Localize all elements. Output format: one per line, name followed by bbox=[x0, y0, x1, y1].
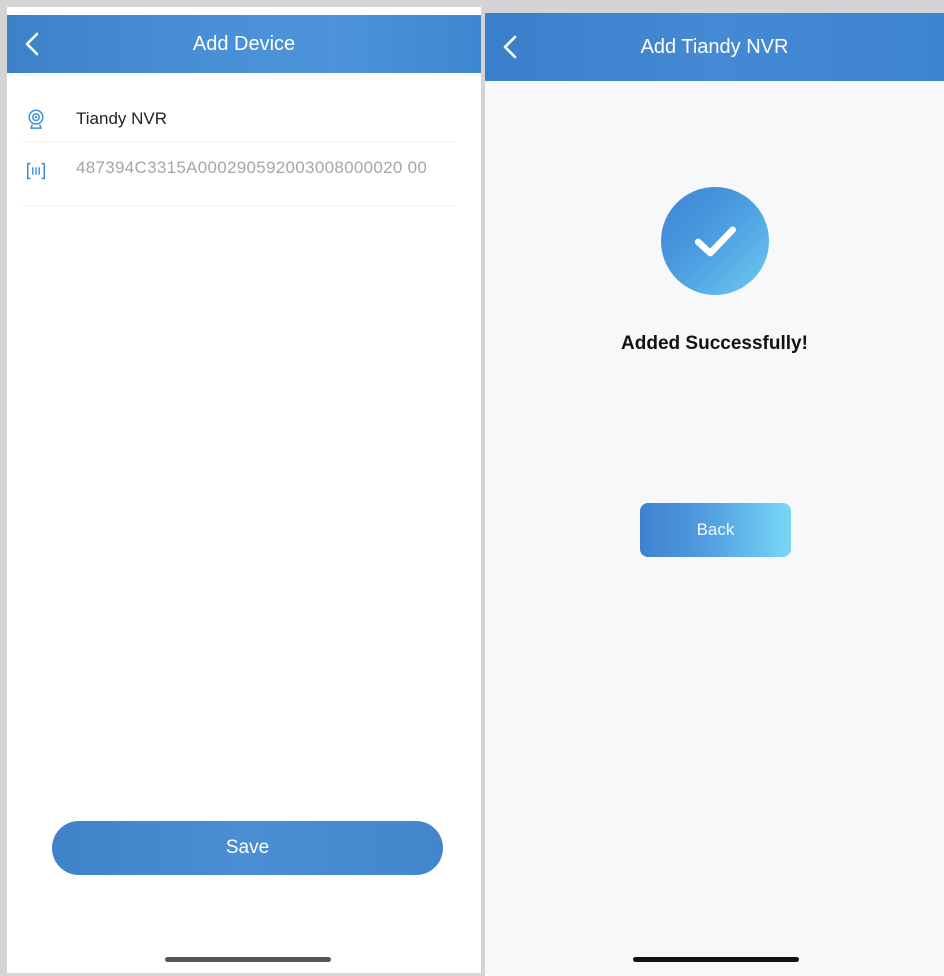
device-name: Tiandy NVR bbox=[76, 109, 168, 128]
home-indicator[interactable] bbox=[633, 957, 799, 962]
page-title: Add Tiandy NVR bbox=[640, 35, 789, 58]
back-chevron-button[interactable] bbox=[495, 32, 525, 62]
success-badge bbox=[661, 187, 769, 295]
page-title: Add Device bbox=[192, 32, 296, 55]
add-device-screen: Add Device Tiandy NVR 487394C3315A000290… bbox=[7, 7, 481, 973]
camera-icon bbox=[22, 105, 50, 133]
barcode-icon bbox=[22, 157, 50, 185]
checkmark-icon bbox=[694, 226, 736, 257]
device-serial-row[interactable]: 487394C3315A000290592003008000020 00 bbox=[22, 157, 455, 206]
home-indicator[interactable] bbox=[165, 957, 331, 962]
save-button[interactable]: Save bbox=[52, 821, 443, 875]
header-bar: Add Tiandy NVR bbox=[485, 13, 944, 81]
device-name-row[interactable]: Tiandy NVR bbox=[22, 105, 455, 142]
chevron-left-icon bbox=[25, 32, 39, 56]
add-success-screen: Add Tiandy NVR Added Successfully! Back bbox=[485, 13, 944, 976]
chevron-left-icon bbox=[503, 35, 517, 59]
device-serial: 487394C3315A000290592003008000020 00 bbox=[76, 158, 428, 177]
back-button[interactable]: Back bbox=[640, 503, 791, 557]
success-message: Added Successfully! bbox=[621, 333, 808, 354]
back-chevron-button[interactable] bbox=[17, 29, 47, 59]
header-bar: Add Device bbox=[7, 15, 481, 73]
